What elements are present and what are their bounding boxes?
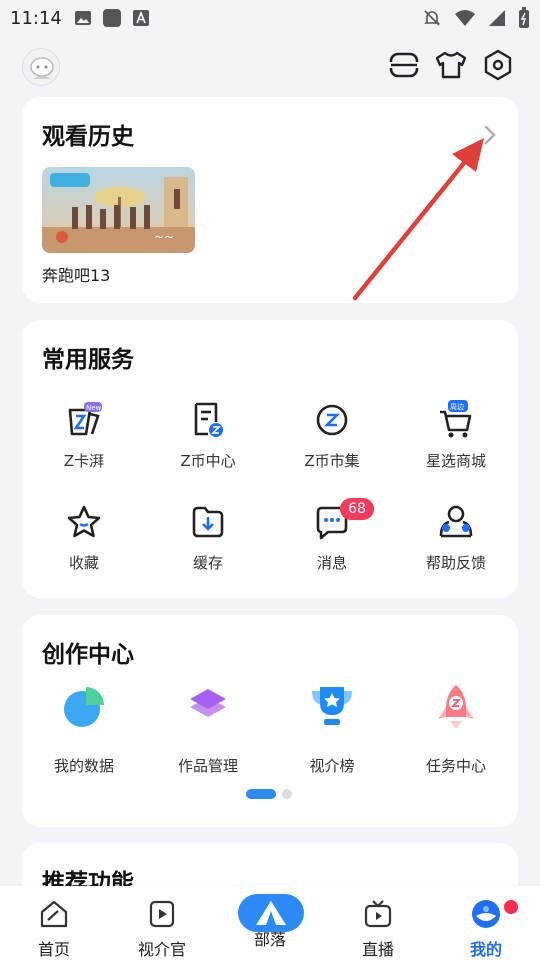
nav-label: 直播 <box>361 940 394 959</box>
service-label: 收藏 <box>68 554 99 572</box>
nav-label: 视介官 <box>137 940 186 959</box>
pager-dot[interactable] <box>282 789 292 799</box>
service-tag-peripheral: 周边 <box>450 402 464 411</box>
nav-mine[interactable]: 我的 <box>432 894 540 960</box>
service-messages[interactable]: 68 消息 <box>270 498 394 582</box>
service-label: Z币中心 <box>180 452 236 470</box>
service-z-card[interactable]: New Z卡湃 <box>22 400 146 480</box>
bottom-navigation: 首页 视介官 部落 直播 我的 <box>0 886 540 960</box>
watch-history-card: 观看历史 ~~ 奔跑吧13 <box>22 97 518 303</box>
avatar-face-icon <box>23 49 59 85</box>
service-z-coin-market[interactable]: Z币市集 <box>270 400 394 480</box>
rocket-icon <box>432 683 480 731</box>
z-card-icon: New <box>64 400 104 440</box>
home-icon <box>38 898 70 930</box>
nav-label: 首页 <box>37 940 70 959</box>
creation-label: 作品管理 <box>177 757 238 775</box>
creation-label: 任务中心 <box>425 757 486 775</box>
tshirt-icon[interactable] <box>434 48 468 82</box>
watch-history-title: 观看历史 <box>42 124 134 150</box>
nav-home[interactable]: 首页 <box>0 894 108 960</box>
star-icon <box>64 502 104 542</box>
service-z-coin-center[interactable]: Z币中心 <box>146 400 270 480</box>
service-tag-new: New <box>86 404 102 412</box>
service-label: 消息 <box>316 554 347 572</box>
download-folder-icon <box>188 502 228 542</box>
pie-chart-icon <box>60 683 108 731</box>
settings-icon[interactable] <box>481 48 515 82</box>
service-help-feedback[interactable]: 帮助反馈 <box>394 502 518 582</box>
video-icon <box>146 898 178 930</box>
status-system-icons <box>422 7 530 29</box>
creation-works-management[interactable]: 作品管理 <box>146 683 270 793</box>
battery-icon <box>519 7 529 28</box>
service-star-mall[interactable]: 周边 星选商城 <box>394 400 518 480</box>
help-feedback-icon <box>436 502 476 542</box>
carousel-pager <box>246 789 292 799</box>
services-title: 常用服务 <box>42 347 134 373</box>
pager-dot-active[interactable] <box>246 789 276 799</box>
service-label: 帮助反馈 <box>425 554 486 572</box>
cart-icon: 周边 <box>436 400 476 440</box>
status-bar: 11:14 <box>0 0 540 36</box>
signal-icon <box>489 10 505 26</box>
chevron-right-icon[interactable] <box>480 123 500 147</box>
avatar[interactable] <box>22 48 60 86</box>
tent-icon[interactable] <box>238 894 304 932</box>
z-coin-center-icon <box>188 400 228 440</box>
common-services-card: 常用服务 New Z卡湃 Z币中心 Z币市集 周边 星选商城 收藏 缓存 68 … <box>22 320 518 598</box>
creation-label: 视介榜 <box>309 757 355 775</box>
creation-center-card: 创作中心 我的数据 作品管理 视介榜 任务中心 <box>22 615 518 827</box>
unread-count-badge: 68 <box>340 498 374 520</box>
status-notification-icons <box>74 8 150 28</box>
creation-ranking[interactable]: 视介榜 <box>270 683 394 793</box>
creation-title: 创作中心 <box>42 642 134 668</box>
top-bar <box>0 44 540 92</box>
nav-label: 我的 <box>469 940 502 959</box>
creation-task-center[interactable]: 任务中心 <box>394 683 518 793</box>
tv-icon <box>362 898 394 930</box>
service-label: 星选商城 <box>425 452 486 470</box>
nav-live[interactable]: 直播 <box>324 894 432 960</box>
service-label: Z币市集 <box>304 452 360 470</box>
image-icon <box>74 11 91 25</box>
service-label: 缓存 <box>192 554 223 572</box>
status-time: 11:14 <box>10 7 62 29</box>
service-label: Z卡湃 <box>63 452 105 470</box>
history-item-title[interactable]: 奔跑吧13 <box>42 262 110 286</box>
service-cache[interactable]: 缓存 <box>146 502 270 582</box>
z-coin-market-icon <box>312 400 352 440</box>
layers-icon <box>184 683 232 731</box>
creation-label: 我的数据 <box>53 757 114 775</box>
wifi-icon <box>455 10 475 26</box>
mute-bell-icon <box>424 10 440 26</box>
scan-icon[interactable] <box>387 48 421 82</box>
notification-dot <box>504 900 518 914</box>
app-square-icon <box>102 9 121 27</box>
nav-video-officer[interactable]: 视介官 <box>108 894 216 960</box>
mine-icon <box>470 898 502 930</box>
svg-text:~~: ~~ <box>154 230 174 244</box>
creation-my-data[interactable]: 我的数据 <box>22 683 146 793</box>
trophy-icon <box>308 683 356 731</box>
service-favorites[interactable]: 收藏 <box>22 502 146 582</box>
font-a-icon <box>132 10 149 26</box>
history-thumbnail[interactable]: ~~ <box>42 167 195 253</box>
